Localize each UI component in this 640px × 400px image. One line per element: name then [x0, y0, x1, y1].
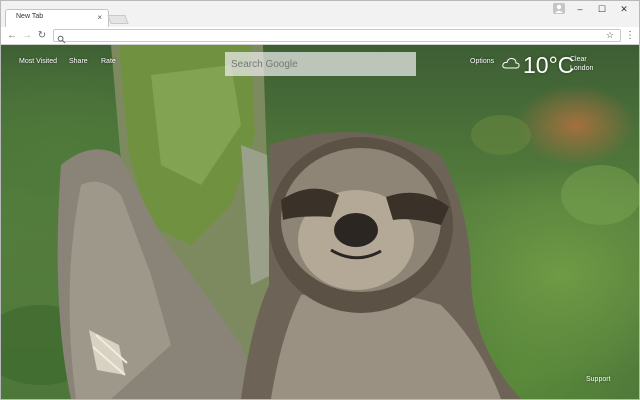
- back-button[interactable]: ←: [6, 30, 18, 42]
- tab-close-icon[interactable]: ×: [97, 12, 102, 24]
- minimize-button[interactable]: –: [569, 2, 591, 16]
- close-window-button[interactable]: ✕: [613, 2, 635, 16]
- link-rate[interactable]: Rate: [101, 58, 116, 65]
- sloth-background-image: [1, 45, 639, 399]
- forward-button[interactable]: →: [21, 30, 33, 42]
- link-share[interactable]: Share: [69, 58, 88, 65]
- cloud-icon: [502, 56, 520, 69]
- bookmark-star-icon[interactable]: ☆: [606, 30, 614, 41]
- link-options[interactable]: Options: [470, 58, 494, 65]
- google-search-input[interactable]: [225, 52, 416, 76]
- tab-strip: New Tab × – ☐ ✕: [1, 1, 639, 27]
- link-most-visited[interactable]: Most Visited: [19, 58, 57, 65]
- link-support[interactable]: Support: [586, 376, 611, 383]
- tab-new-tab[interactable]: New Tab ×: [5, 9, 109, 27]
- browser-window: New Tab × – ☐ ✕ ← → ↻ ☆ ⋮ Most Visited S…: [0, 0, 640, 400]
- search-icon: [57, 31, 66, 44]
- profile-icon[interactable]: [553, 3, 565, 14]
- weather-details: Clear London: [570, 55, 593, 73]
- weather-temperature: 10°C: [523, 52, 575, 78]
- address-bar[interactable]: ☆: [53, 29, 621, 44]
- weather-location: London: [570, 65, 594, 72]
- new-tab-page: Most Visited Share Rate Options 10°C Cle…: [1, 45, 639, 399]
- reload-button[interactable]: ↻: [36, 30, 48, 42]
- weather-condition: Clear: [570, 56, 587, 63]
- menu-icon[interactable]: ⋮: [625, 30, 635, 42]
- browser-toolbar: ← → ↻ ☆ ⋮: [1, 27, 639, 45]
- new-tab-button[interactable]: [107, 15, 129, 24]
- maximize-button[interactable]: ☐: [591, 2, 613, 16]
- address-input[interactable]: [68, 30, 598, 41]
- tab-title: New Tab: [16, 13, 44, 20]
